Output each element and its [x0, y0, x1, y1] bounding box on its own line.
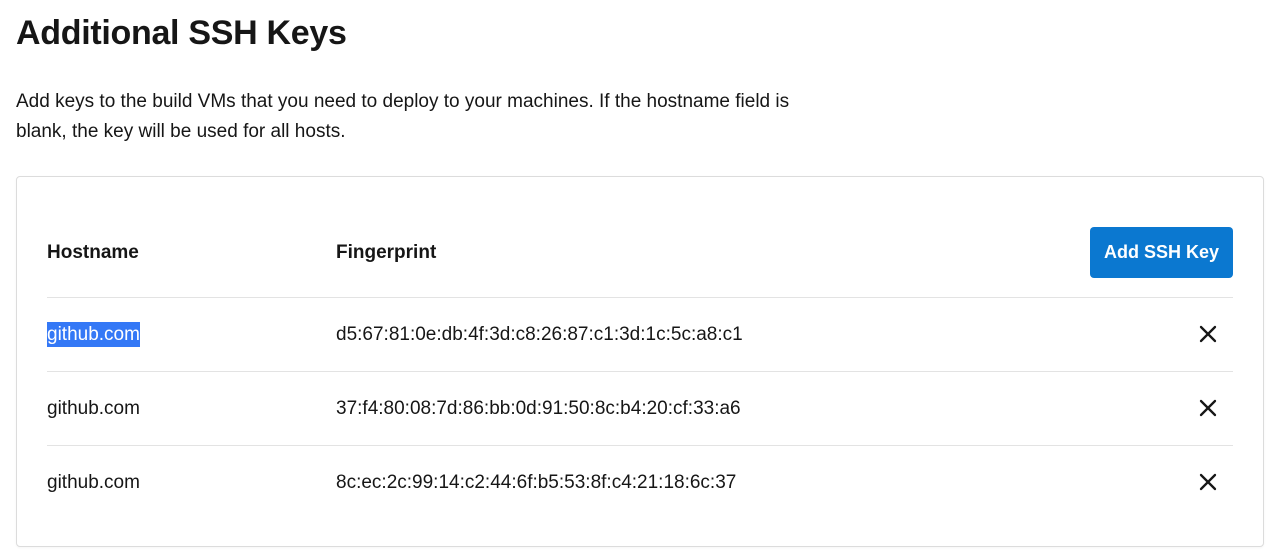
hostname-cell[interactable]: github.com [47, 372, 140, 445]
table-header: Hostname Fingerprint Add SSH Key [47, 227, 1233, 278]
ssh-keys-card: Hostname Fingerprint Add SSH Key github.… [16, 176, 1264, 547]
table-row: github.com d5:67:81:0e:db:4f:3d:c8:26:87… [47, 297, 1233, 371]
close-icon [1199, 325, 1217, 343]
fingerprint-cell[interactable]: 37:f4:80:08:7d:86:bb:0d:91:50:8c:b4:20:c… [336, 372, 741, 445]
hostname-cell[interactable]: github.com [47, 298, 140, 371]
page-title: Additional SSH Keys [16, 14, 347, 52]
delete-key-button[interactable] [1197, 397, 1219, 419]
table-row: github.com 37:f4:80:08:7d:86:bb:0d:91:50… [47, 371, 1233, 445]
close-icon [1199, 399, 1217, 417]
selected-text: github.com [47, 322, 140, 347]
fingerprint-cell[interactable]: 8c:ec:2c:99:14:c2:44:6f:b5:53:8f:c4:21:1… [336, 446, 736, 519]
table-row: github.com 8c:ec:2c:99:14:c2:44:6f:b5:53… [47, 445, 1233, 519]
page-description: Add keys to the build VMs that you need … [16, 91, 790, 142]
delete-key-button[interactable] [1197, 471, 1219, 493]
fingerprint-cell[interactable]: d5:67:81:0e:db:4f:3d:c8:26:87:c1:3d:1c:5… [336, 298, 743, 371]
hostname-cell[interactable]: github.com [47, 446, 140, 519]
add-ssh-key-button[interactable]: Add SSH Key [1090, 227, 1233, 278]
fingerprint-column-header: Fingerprint [336, 242, 437, 263]
hostname-column-header: Hostname [47, 242, 139, 263]
close-icon [1199, 473, 1217, 491]
ssh-keys-table: github.com d5:67:81:0e:db:4f:3d:c8:26:87… [47, 297, 1233, 519]
delete-key-button[interactable] [1197, 323, 1219, 345]
page: Additional SSH Keys Add keys to the buil… [0, 0, 1271, 558]
